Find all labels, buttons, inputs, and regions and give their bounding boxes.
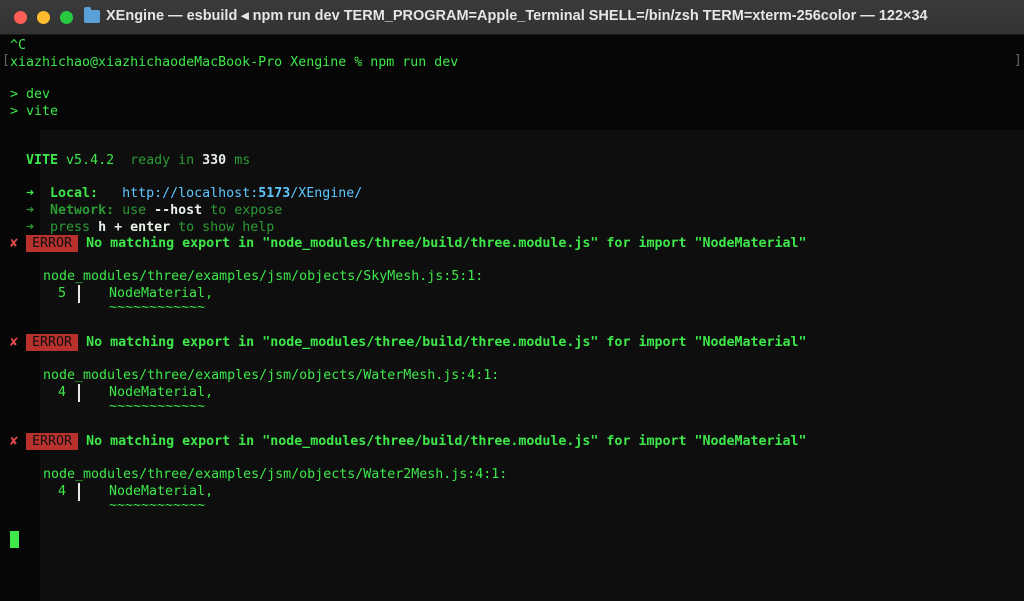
- error-squiggle: ~~~~~~~~~~~~: [109, 498, 206, 513]
- error-line: ✘ ERROR No matching export in "node_modu…: [10, 235, 807, 252]
- error-file: node_modules/three/examples/jsm/objects/…: [43, 467, 508, 482]
- help-key: h + enter: [98, 220, 171, 235]
- selection-bracket-right: ]: [1014, 53, 1022, 68]
- host-flag: --host: [154, 203, 203, 218]
- error-x-icon: ✘: [10, 236, 19, 251]
- error-file: node_modules/three/examples/jsm/objects/…: [43, 368, 500, 383]
- local-label: Local:: [50, 186, 99, 201]
- arrow-icon: ➜: [26, 186, 35, 201]
- ready-ms: 330: [202, 153, 227, 168]
- network-pre: use: [122, 203, 147, 218]
- error-badge: ERROR: [26, 433, 79, 450]
- code-gutter: [78, 384, 80, 402]
- script-line-dev: > dev: [10, 87, 51, 102]
- ctrl-c-line: ^C: [10, 38, 27, 53]
- folder-icon: [84, 7, 100, 23]
- terminal-output[interactable]: ^C [ xiazhichao@xiazhichaodeMacBook-Pro …: [0, 35, 1024, 601]
- arrow-icon: ➜: [26, 220, 35, 235]
- error-x-icon: ✘: [10, 335, 19, 350]
- help-pre: press: [50, 220, 91, 235]
- error-message: No matching export in "node_modules/thre…: [86, 434, 807, 449]
- network-label: Network:: [50, 203, 115, 218]
- script-line-vite: > vite: [10, 104, 59, 119]
- arrow-icon: ➜: [26, 203, 35, 218]
- help-line: ➜ press h + enter to show help: [26, 219, 274, 236]
- error-badge: ERROR: [26, 235, 79, 252]
- error-line: ✘ ERROR No matching export in "node_modu…: [10, 433, 807, 450]
- error-message: No matching export in "node_modules/thre…: [86, 335, 807, 350]
- error-line: ✘ ERROR No matching export in "node_modu…: [10, 334, 807, 351]
- help-post: to show help: [178, 220, 275, 235]
- local-port[interactable]: 5173: [258, 186, 290, 201]
- error-squiggle: ~~~~~~~~~~~~: [109, 300, 206, 315]
- minimize-button[interactable]: [37, 11, 50, 24]
- error-squiggle: ~~~~~~~~~~~~: [109, 399, 206, 414]
- window-title: XEngine — esbuild ◂ npm run dev TERM_PRO…: [106, 8, 928, 24]
- local-path[interactable]: /XEngine/: [290, 186, 362, 201]
- error-line-number: 4: [58, 484, 67, 499]
- code-gutter: [78, 285, 80, 303]
- selection-bracket-left: [: [2, 53, 10, 68]
- network-post: to expose: [210, 203, 283, 218]
- error-badge: ERROR: [26, 334, 79, 351]
- terminal-cursor: [10, 531, 19, 548]
- code-gutter: [78, 483, 80, 501]
- network-line: ➜ Network: use --host to expose: [26, 202, 282, 219]
- close-button[interactable]: [14, 11, 27, 24]
- error-line-number: 4: [58, 385, 67, 400]
- local-url-prefix[interactable]: http://localhost:: [122, 186, 258, 201]
- vite-name: VITE: [26, 153, 59, 168]
- error-x-icon: ✘: [10, 434, 19, 449]
- zoom-button[interactable]: [60, 11, 73, 24]
- vite-version: v5.4.2: [66, 153, 115, 168]
- title-bar[interactable]: XEngine — esbuild ◂ npm run dev TERM_PRO…: [0, 0, 1024, 35]
- ms-unit: ms: [234, 153, 251, 168]
- error-file: node_modules/three/examples/jsm/objects/…: [43, 269, 484, 284]
- ready-label: ready in: [130, 153, 195, 168]
- error-message: No matching export in "node_modules/thre…: [86, 236, 807, 251]
- prompt-line: xiazhichao@xiazhichaodeMacBook-Pro Xengi…: [10, 55, 459, 70]
- terminal-window: XEngine — esbuild ◂ npm run dev TERM_PRO…: [0, 0, 1024, 601]
- error-line-number: 5: [58, 286, 67, 301]
- local-url-line: ➜ Local: http://localhost:5173/XEngine/: [26, 185, 362, 202]
- vite-ready-line: VITE v5.4.2 ready in 330 ms: [26, 152, 250, 169]
